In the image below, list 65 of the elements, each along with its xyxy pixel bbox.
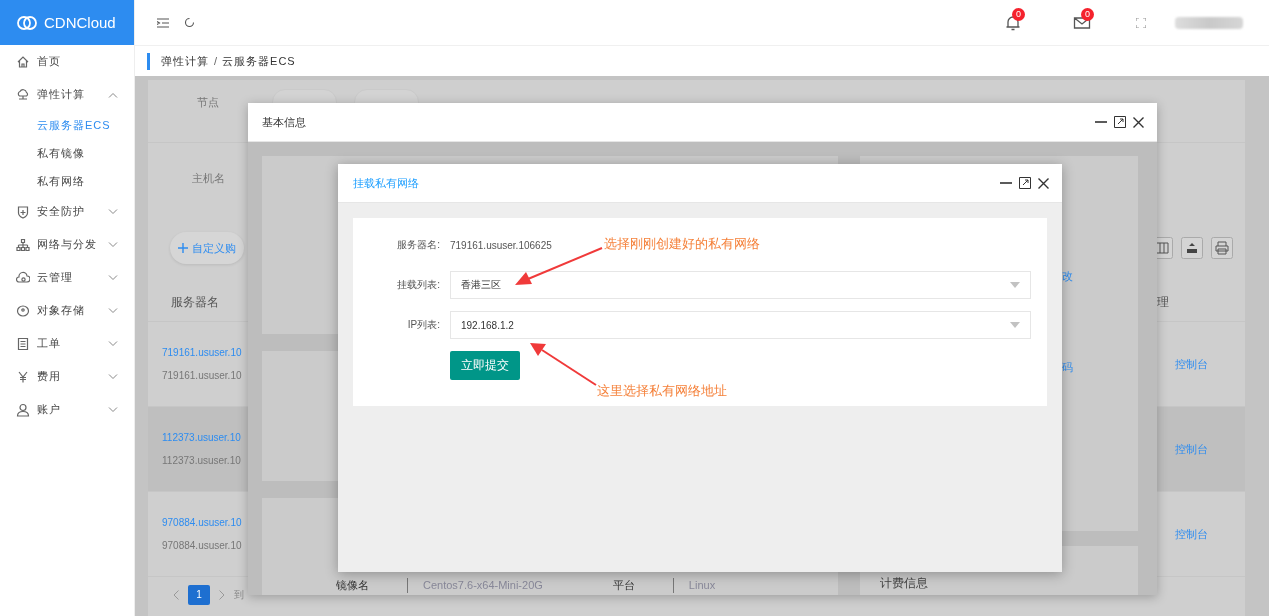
maximize-icon[interactable] [1019, 177, 1031, 189]
print-icon[interactable] [1211, 237, 1233, 259]
submit-button[interactable]: 立即提交 [450, 351, 520, 380]
menu-fold-icon[interactable] [157, 17, 169, 28]
goto-label: 到 [234, 587, 244, 602]
cloud-gear-icon [16, 270, 30, 285]
maximize-icon[interactable] [1114, 116, 1126, 128]
spec-value: Centos7.6-x64-Mini-20G [422, 579, 544, 591]
page-button[interactable]: 1 [188, 584, 210, 605]
breadcrumb-separator: / [214, 55, 218, 67]
cloud-icon [16, 87, 30, 102]
server-id: 970884.ususer.10 [162, 540, 242, 551]
spec-label: 平台 [612, 577, 674, 593]
disk-icon [16, 303, 30, 318]
logo-text: CDNCloud [44, 14, 116, 31]
annotation-text: 选择刚刚创建好的私有网络 [604, 235, 760, 253]
server-id: 719161.ususer.10 [162, 370, 242, 381]
sidebar-subitem[interactable]: 私有网络 [0, 167, 134, 195]
dialog-title: 基本信息 [262, 114, 306, 130]
home-icon [16, 54, 30, 69]
plus-icon [178, 243, 188, 253]
sidebar-item[interactable]: 网络与分发 [0, 228, 134, 261]
sidebar-item[interactable]: 弹性计算 [0, 78, 134, 111]
export-icon[interactable] [1181, 237, 1203, 259]
annotation-arrow [530, 343, 597, 386]
sidebar-subitem[interactable]: 私有镜像 [0, 139, 134, 167]
dropdown-icon [1010, 282, 1020, 288]
field-label: IP列表: [406, 318, 440, 332]
sidebar-item[interactable]: 云管理 [0, 261, 134, 294]
close-icon[interactable] [1133, 116, 1144, 128]
select-field[interactable]: 香港三区 [450, 271, 1031, 299]
shield-icon [16, 204, 30, 219]
dialog-title: 挂载私有网络 [353, 175, 419, 191]
yen-icon [16, 369, 30, 384]
sidebar-item[interactable]: 费用 [0, 360, 134, 393]
sidebar-item[interactable]: 账户 [0, 393, 134, 426]
column-header: 理 [1157, 293, 1170, 311]
filter-label: 节点 [196, 95, 220, 110]
sidebar-item[interactable]: 工单 [0, 327, 134, 360]
spec-value: Linux [687, 579, 717, 591]
field-label: 服务器名: [396, 238, 440, 252]
user-icon [16, 402, 30, 417]
count-badge: 0 [1081, 7, 1094, 21]
filter-label: 主机名 [190, 170, 226, 186]
annotation-text: 这里选择私有网络地址 [597, 382, 727, 400]
sidebar-item[interactable]: 首页 [0, 45, 134, 78]
field-value: 719161.ususer.106625 [450, 239, 552, 251]
breadcrumb-item[interactable]: 弹性计算 [161, 53, 209, 69]
spec-label: 镜像名 [336, 577, 408, 593]
server-id: 112373.ususer.10 [162, 455, 241, 466]
document-icon [16, 336, 30, 351]
section-title: 计费信息 [880, 576, 928, 590]
sidebar-item[interactable]: 对象存储 [0, 294, 134, 327]
count-badge: 0 [1012, 7, 1025, 21]
sidebar-item[interactable]: 安全防护 [0, 195, 134, 228]
sitemap-icon [16, 237, 30, 252]
refresh-icon[interactable] [184, 17, 195, 28]
column-header: 服务器名 [171, 293, 219, 311]
select-field[interactable]: 192.168.1.2 [450, 311, 1031, 339]
sidebar-subitem[interactable]: 云服务器ECS [0, 111, 134, 139]
close-icon[interactable] [1038, 177, 1049, 189]
dropdown-icon [1010, 322, 1020, 328]
breadcrumb-item[interactable]: 云服务器ECS [222, 53, 296, 69]
accent-bar [147, 52, 150, 70]
field-label: 挂载列表: [396, 278, 440, 292]
